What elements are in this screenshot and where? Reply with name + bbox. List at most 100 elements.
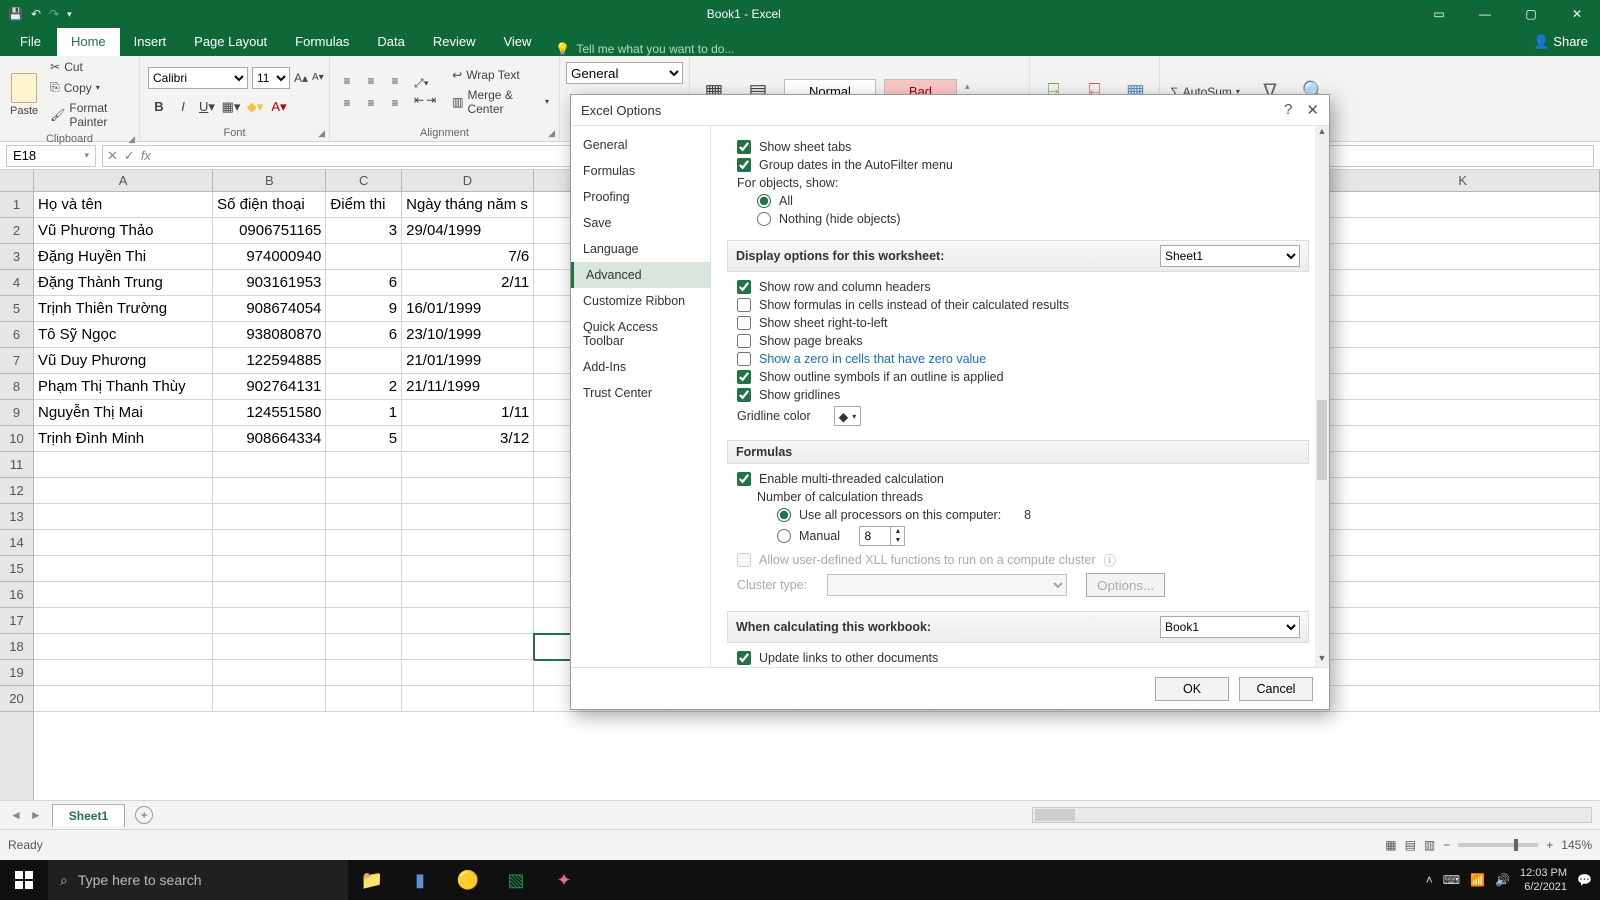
fill-color-button[interactable]: ◆▾ — [244, 97, 266, 117]
tray-notifications-icon[interactable]: 💬 — [1577, 873, 1592, 887]
opt-show-outline[interactable]: Show outline symbols if an outline is ap… — [737, 370, 1309, 384]
row-header[interactable]: 7 — [0, 348, 33, 374]
tray-wifi-icon[interactable]: 📶 — [1470, 873, 1485, 887]
row-header[interactable]: 16 — [0, 582, 33, 608]
row-header[interactable]: 12 — [0, 478, 33, 504]
cell[interactable] — [213, 686, 326, 712]
zoom-slider[interactable] — [1458, 843, 1538, 847]
cell[interactable] — [1327, 582, 1600, 608]
cell[interactable]: Vũ Phương Thảo — [34, 218, 213, 244]
number-format-select[interactable]: General — [566, 62, 683, 84]
increase-font-icon[interactable]: A▴ — [294, 71, 308, 85]
cell[interactable] — [402, 686, 534, 712]
row-header[interactable]: 2 — [0, 218, 33, 244]
minimize-icon[interactable]: — — [1462, 0, 1508, 28]
cell[interactable] — [1327, 504, 1600, 530]
cell[interactable] — [1327, 452, 1600, 478]
data-tab[interactable]: Data — [363, 28, 418, 56]
row-header[interactable]: 15 — [0, 556, 33, 582]
cell[interactable]: 5 — [326, 426, 402, 452]
cell[interactable]: Đặng Thành Trung — [34, 270, 213, 296]
view-tab[interactable]: View — [489, 28, 545, 56]
dialog-close-icon[interactable]: ✕ — [1306, 101, 1319, 119]
worksheet-select[interactable]: Sheet1 — [1160, 245, 1300, 267]
row-header[interactable]: 14 — [0, 530, 33, 556]
save-icon[interactable]: 💾 — [8, 7, 23, 21]
col-header[interactable]: A — [34, 170, 213, 191]
redo-icon[interactable]: ↷ — [49, 7, 59, 21]
cell[interactable]: 908664334 — [213, 426, 326, 452]
cell[interactable] — [1327, 296, 1600, 322]
cell[interactable] — [213, 660, 326, 686]
cell[interactable]: Đặng Huyền Thi — [34, 244, 213, 270]
folder-app-icon[interactable]: 📁 — [348, 860, 396, 900]
col-header[interactable]: C — [326, 170, 402, 191]
cell[interactable]: 1 — [326, 400, 402, 426]
cell[interactable] — [1327, 374, 1600, 400]
opt-update-links[interactable]: Update links to other documents — [737, 651, 1309, 665]
cell[interactable] — [326, 244, 402, 270]
cell[interactable]: Vũ Duy Phương — [34, 348, 213, 374]
cell[interactable]: 1/11 — [402, 400, 534, 426]
cell[interactable] — [213, 582, 326, 608]
options-nav-item[interactable]: Advanced — [571, 262, 710, 288]
cell[interactable] — [34, 530, 213, 556]
cell[interactable] — [1327, 608, 1600, 634]
italic-button[interactable]: I — [172, 97, 194, 117]
cell[interactable] — [402, 530, 534, 556]
row-header[interactable]: 3 — [0, 244, 33, 270]
cell[interactable]: 903161953 — [213, 270, 326, 296]
cell[interactable]: Họ và tên — [34, 192, 213, 218]
cell[interactable]: 974000940 — [213, 244, 326, 270]
opt-objects-nothing[interactable]: Nothing (hide objects) — [757, 212, 1309, 226]
opt-manual-procs[interactable]: Manual ▲▼ — [777, 526, 1309, 546]
cell[interactable] — [326, 556, 402, 582]
options-nav-item[interactable]: Language — [571, 236, 710, 262]
opt-show-page-breaks[interactable]: Show page breaks — [737, 334, 1309, 348]
taskbar-clock[interactable]: 12:03 PM6/2/2021 — [1520, 866, 1567, 894]
cell[interactable]: 3 — [326, 218, 402, 244]
options-nav-item[interactable]: Customize Ribbon — [571, 288, 710, 314]
select-all-corner[interactable] — [0, 170, 34, 192]
new-sheet-button[interactable]: + — [135, 806, 153, 824]
cell[interactable] — [402, 452, 534, 478]
opt-show-row-col[interactable]: Show row and column headers — [737, 280, 1309, 294]
cell[interactable]: Trịnh Đình Minh — [34, 426, 213, 452]
opt-group-dates[interactable]: Group dates in the AutoFilter menu — [737, 158, 1309, 172]
excel-app-icon[interactable]: ▧ — [492, 860, 540, 900]
cell[interactable]: 21/11/1999 — [402, 374, 534, 400]
options-nav-item[interactable]: Add-Ins — [571, 354, 710, 380]
opt-show-zero[interactable]: Show a zero in cells that have zero valu… — [737, 352, 1309, 366]
options-nav-item[interactable]: Trust Center — [571, 380, 710, 406]
formulas-tab[interactable]: Formulas — [281, 28, 363, 56]
pagelayout-tab[interactable]: Page Layout — [180, 28, 281, 56]
manual-threads-spinner[interactable]: ▲▼ — [859, 526, 905, 546]
options-nav-item[interactable]: Formulas — [571, 158, 710, 184]
options-nav-item[interactable]: Save — [571, 210, 710, 236]
cancel-button[interactable]: Cancel — [1239, 677, 1313, 701]
home-tab[interactable]: Home — [57, 28, 120, 56]
zoom-level[interactable]: 145% — [1561, 838, 1592, 852]
cell[interactable]: 122594885 — [213, 348, 326, 374]
cell[interactable] — [213, 452, 326, 478]
cell[interactable] — [213, 478, 326, 504]
cell[interactable]: 6 — [326, 270, 402, 296]
cell[interactable] — [34, 504, 213, 530]
alignment-buttons[interactable]: ≡≡≡≡≡≡ — [336, 71, 406, 113]
col-header[interactable]: K — [1326, 170, 1600, 191]
share-button[interactable]: 👤Share — [1533, 28, 1588, 56]
cell[interactable]: 2/11 — [402, 270, 534, 296]
options-nav-item[interactable]: Proofing — [571, 184, 710, 210]
opt-show-sheet-tabs[interactable]: Show sheet tabs — [737, 140, 1309, 154]
copy-button[interactable]: ⎘Copy▾ — [46, 78, 133, 97]
cell[interactable]: 124551580 — [213, 400, 326, 426]
zoom-out-button[interactable]: − — [1443, 838, 1450, 852]
sheet-next-icon[interactable]: ► — [30, 808, 42, 822]
cell[interactable] — [402, 504, 534, 530]
row-header[interactable]: 9 — [0, 400, 33, 426]
cell[interactable] — [1327, 322, 1600, 348]
cell[interactable] — [34, 686, 213, 712]
cut-button[interactable]: ✂Cut — [46, 58, 133, 76]
cell[interactable] — [34, 452, 213, 478]
row-header[interactable]: 6 — [0, 322, 33, 348]
